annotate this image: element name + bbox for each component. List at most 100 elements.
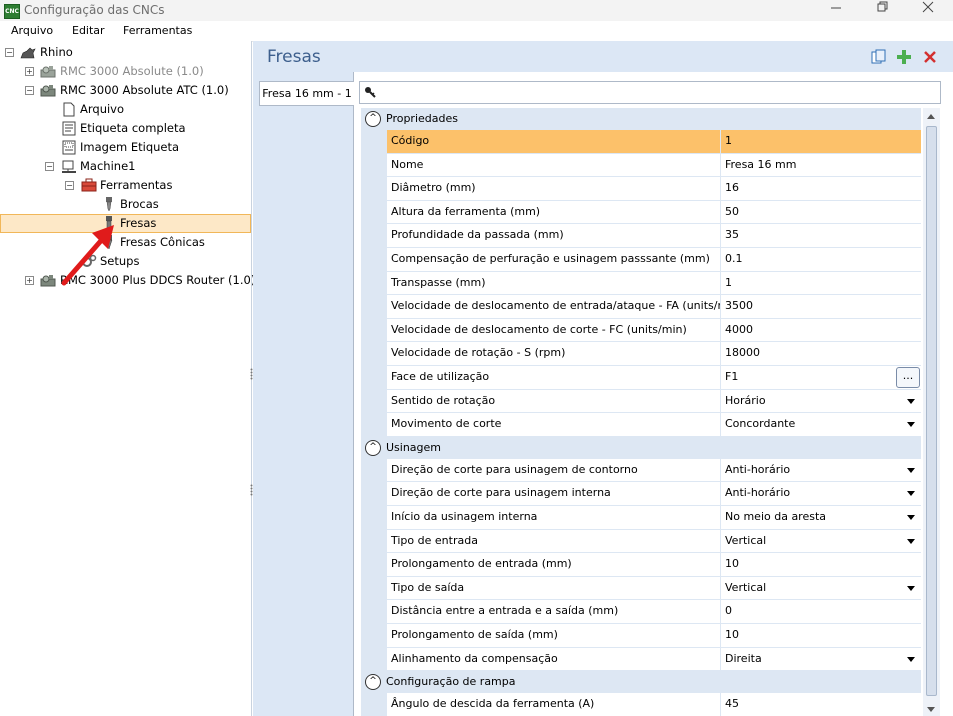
property-value[interactable]: Vertical bbox=[721, 529, 921, 553]
property-row[interactable]: Prolongamento de saída (mm) 10 bbox=[361, 624, 921, 648]
property-value[interactable]: 4000 bbox=[721, 318, 921, 342]
delete-icon[interactable] bbox=[922, 49, 938, 65]
property-value[interactable]: Horário bbox=[721, 389, 921, 413]
property-row[interactable]: Sentido de rotação Horário bbox=[361, 389, 921, 414]
property-row[interactable]: Movimento de corte Concordante bbox=[361, 413, 921, 437]
property-value[interactable]: Concordante bbox=[721, 413, 921, 436]
property-value[interactable]: 50 bbox=[721, 200, 921, 224]
tree-node-machine-1[interactable]: + RMC 3000 Absolute (1.0) bbox=[0, 62, 251, 81]
collapse-icon[interactable]: − bbox=[45, 162, 54, 171]
property-value[interactable]: 0.1 bbox=[721, 248, 921, 271]
collapse-icon[interactable]: − bbox=[25, 86, 34, 95]
tree-node-rhino[interactable]: − Rhino bbox=[0, 43, 251, 62]
copy-icon[interactable] bbox=[871, 49, 887, 65]
expand-icon[interactable]: + bbox=[25, 67, 34, 76]
close-window-button[interactable] bbox=[905, 0, 951, 21]
category-header[interactable]: ^ Propriedades bbox=[361, 108, 921, 130]
tree-node-etiqueta-completa[interactable]: Etiqueta completa bbox=[0, 119, 251, 138]
scrollbar-thumb[interactable] bbox=[926, 126, 937, 696]
property-row[interactable]: Velocidade de rotação - S (rpm) 18000 bbox=[361, 342, 921, 366]
dropdown-arrow-icon[interactable] bbox=[907, 656, 915, 662]
property-value[interactable]: 1 bbox=[721, 130, 921, 153]
property-row[interactable]: Velocidade de deslocamento de entrada/at… bbox=[361, 295, 921, 319]
expand-icon[interactable]: + bbox=[25, 276, 34, 285]
property-value[interactable]: Direita bbox=[721, 647, 921, 671]
property-row[interactable]: Ângulo de descida da ferramenta (A) 45 bbox=[361, 693, 921, 716]
dropdown-arrow-icon[interactable] bbox=[907, 491, 915, 497]
ellipsis-button[interactable]: ... bbox=[896, 367, 920, 388]
dropdown-arrow-icon[interactable] bbox=[907, 422, 915, 428]
property-value[interactable]: Anti-horário bbox=[721, 482, 921, 505]
collapse-category-icon[interactable]: ^ bbox=[365, 674, 381, 691]
tree-node-arquivo[interactable]: Arquivo bbox=[0, 100, 251, 119]
property-value[interactable]: 10 bbox=[721, 553, 921, 576]
category-header[interactable]: ^ Configuração de rampa bbox=[361, 671, 921, 694]
property-value[interactable]: 1 bbox=[721, 271, 921, 295]
property-value[interactable]: No meio da aresta bbox=[721, 506, 921, 529]
tree-node-imagem-etiqueta[interactable]: Imagem Etiqueta bbox=[0, 138, 251, 157]
property-value[interactable]: Fresa 16 mm bbox=[721, 153, 921, 177]
property-row[interactable]: Tipo de entrada Vertical bbox=[361, 529, 921, 554]
minimize-button[interactable] bbox=[813, 0, 859, 21]
dropdown-arrow-icon[interactable] bbox=[907, 585, 915, 591]
property-value[interactable]: 3500 bbox=[721, 295, 921, 318]
category-header[interactable]: ^ Usinagem bbox=[361, 436, 921, 459]
scroll-down-icon[interactable] bbox=[927, 707, 935, 712]
tree-node-ferramentas[interactable]: − Ferramentas bbox=[0, 176, 251, 195]
property-value[interactable]: Vertical bbox=[721, 576, 921, 600]
property-row[interactable]: Início da usinagem interna No meio da are… bbox=[361, 506, 921, 530]
property-value[interactable]: 45 bbox=[721, 693, 921, 716]
scroll-up-icon[interactable] bbox=[927, 114, 935, 119]
property-row[interactable]: Compensação de perfuração e usinagem pas… bbox=[361, 248, 921, 272]
dropdown-arrow-icon[interactable] bbox=[907, 398, 915, 404]
property-row[interactable]: Distância entre a entrada e a saída (mm)… bbox=[361, 600, 921, 624]
property-row[interactable]: Profundidade da passada (mm) 35 bbox=[361, 224, 921, 248]
collapse-icon[interactable]: − bbox=[5, 48, 14, 57]
dropdown-arrow-icon[interactable] bbox=[907, 515, 915, 520]
property-value[interactable]: 18000 bbox=[721, 342, 921, 365]
property-row[interactable]: Transpasse (mm) 1 bbox=[361, 271, 921, 296]
property-value[interactable]: 35 bbox=[721, 224, 921, 247]
property-row[interactable]: Código 1 bbox=[361, 130, 921, 154]
property-row[interactable]: Alinhamento da compensação Direita bbox=[361, 647, 921, 672]
property-row[interactable]: Diâmetro (mm) 16 bbox=[361, 177, 921, 201]
property-value[interactable]: Anti-horário bbox=[721, 458, 921, 482]
category-label: Propriedades bbox=[386, 112, 458, 125]
menu-ferramentas[interactable]: Ferramentas bbox=[123, 24, 192, 37]
add-icon[interactable] bbox=[896, 49, 912, 65]
property-row[interactable]: Velocidade de deslocamento de corte - FC… bbox=[361, 318, 921, 343]
property-row[interactable]: Direção de corte para usinagem de contor… bbox=[361, 458, 921, 483]
collapse-icon[interactable]: − bbox=[65, 181, 74, 190]
property-value[interactable]: 10 bbox=[721, 624, 921, 647]
property-row[interactable]: Tipo de saída Vertical bbox=[361, 576, 921, 601]
property-value[interactable]: 16 bbox=[721, 177, 921, 200]
collapse-category-icon[interactable]: ^ bbox=[365, 111, 381, 127]
tree-node-brocas[interactable]: Brocas bbox=[0, 195, 251, 214]
dropdown-arrow-icon[interactable] bbox=[907, 467, 915, 473]
tab-fresa-16mm[interactable]: Fresa 16 mm - 1 bbox=[259, 81, 354, 106]
property-name: Compensação de perfuração e usinagem pas… bbox=[387, 248, 720, 271]
tree-node-machine-2[interactable]: − RMC 3000 Absolute ATC (1.0) bbox=[0, 81, 251, 100]
property-row[interactable]: Nome Fresa 16 mm bbox=[361, 153, 921, 178]
vertical-scrollbar[interactable] bbox=[923, 108, 940, 716]
maximize-button[interactable] bbox=[859, 0, 905, 21]
property-row[interactable]: Altura da ferramenta (mm) 50 bbox=[361, 200, 921, 225]
property-name: Sentido de rotação bbox=[387, 389, 720, 413]
menu-arquivo[interactable]: Arquivo bbox=[11, 24, 53, 37]
property-row[interactable]: Direção de corte para usinagem interna An… bbox=[361, 482, 921, 506]
tree-label: Arquivo bbox=[80, 102, 125, 116]
tree-node-machine1[interactable]: − Machine1 bbox=[0, 157, 251, 176]
detail-pane: Fresas Fresa 16 mm - 1 ^ Propriedades Códi… bbox=[253, 41, 953, 716]
collapse-category-icon[interactable]: ^ bbox=[365, 439, 381, 456]
search-input[interactable] bbox=[359, 81, 941, 104]
dropdown-arrow-icon[interactable] bbox=[907, 538, 915, 544]
property-value[interactable]: F1... bbox=[721, 366, 921, 389]
tree-label: Ferramentas bbox=[100, 178, 173, 192]
menu-editar[interactable]: Editar bbox=[72, 24, 105, 37]
property-value[interactable]: 0 bbox=[721, 600, 921, 623]
title-bar: CNC Configuração das CNCs bbox=[0, 0, 953, 21]
property-row[interactable]: Prolongamento de entrada (mm) 10 bbox=[361, 553, 921, 577]
property-name: Prolongamento de entrada (mm) bbox=[387, 553, 720, 576]
property-name: Velocidade de rotação - S (rpm) bbox=[387, 342, 720, 365]
property-row[interactable]: Face de utilização F1... bbox=[361, 366, 921, 390]
